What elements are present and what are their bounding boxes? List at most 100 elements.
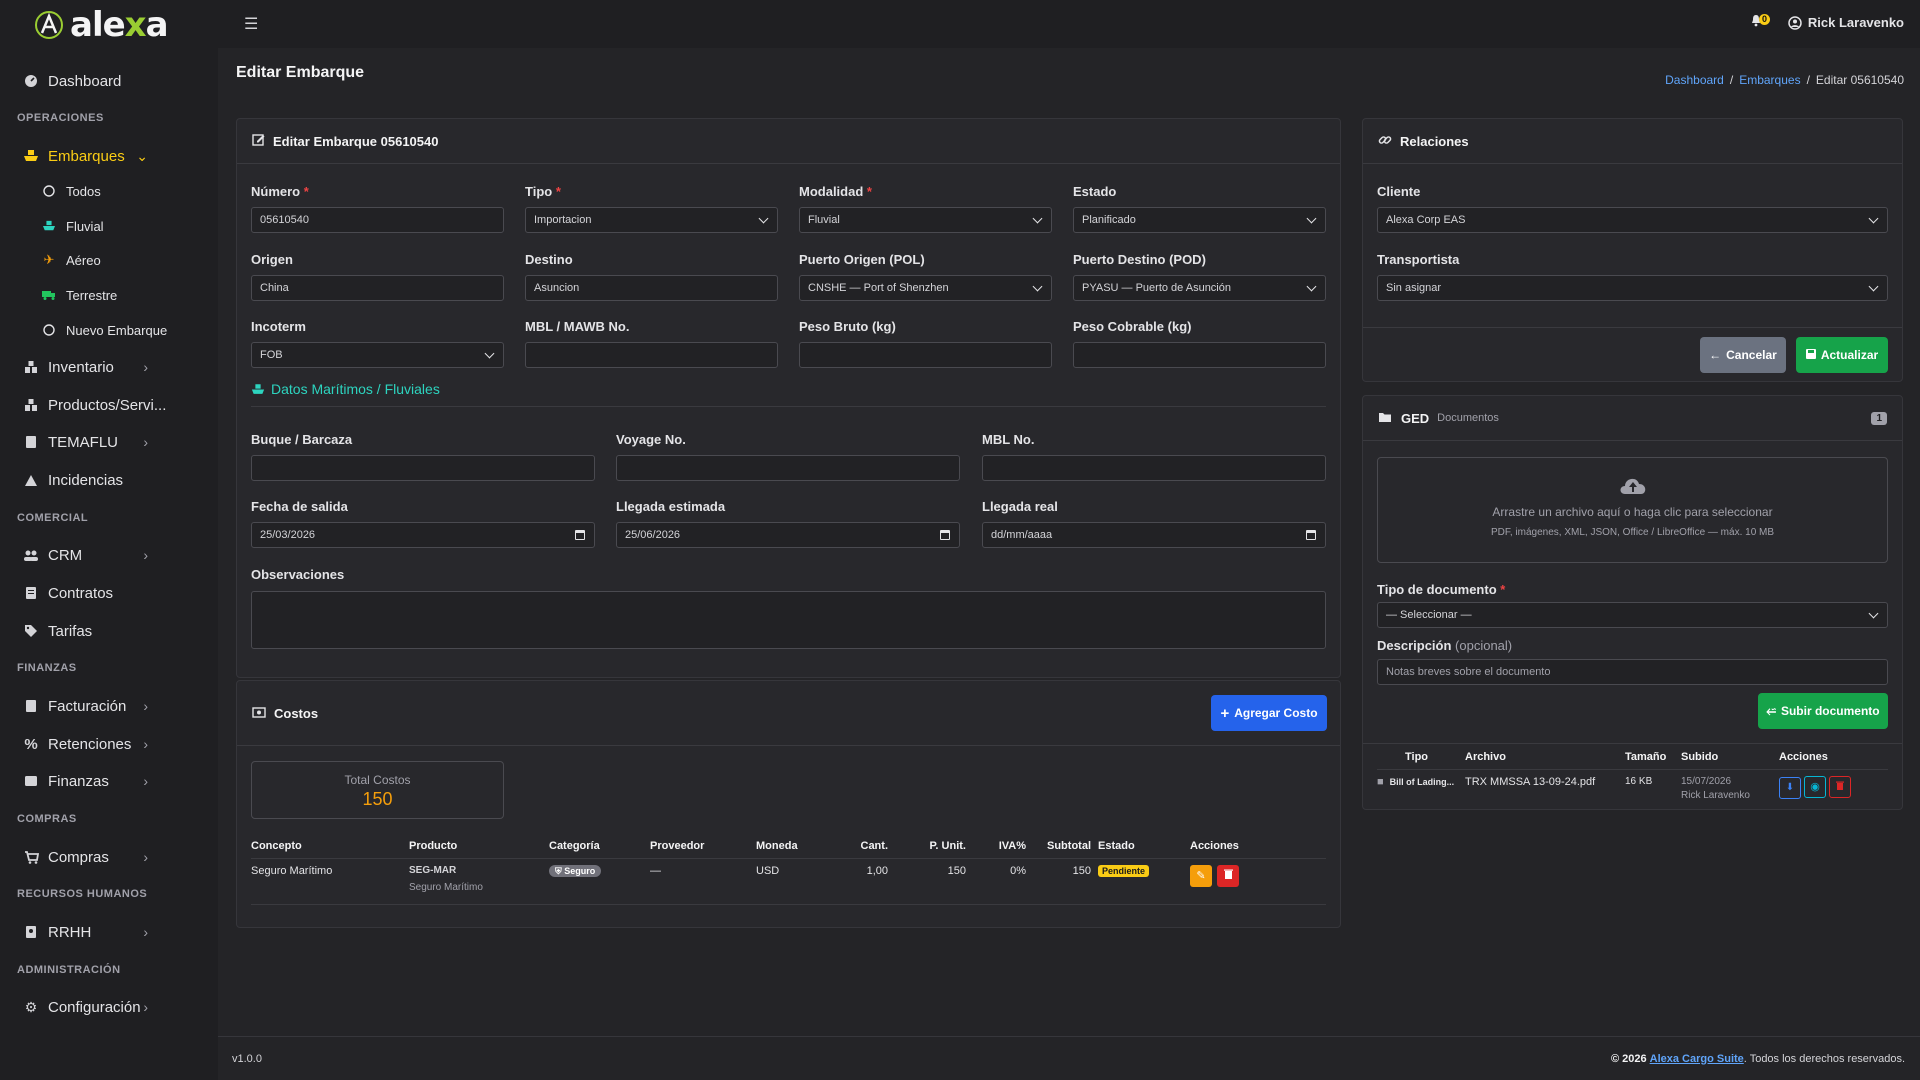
button-label: Subir documento bbox=[1780, 704, 1880, 718]
origen-input[interactable]: China bbox=[251, 275, 504, 301]
observaciones-textarea[interactable] bbox=[251, 591, 1326, 649]
copyright: © 2026 Alexa Cargo Suite. Todos los dere… bbox=[1611, 1053, 1905, 1065]
upload-icon: ⭁ bbox=[1766, 703, 1776, 718]
column-header: Subtotal bbox=[1047, 839, 1091, 852]
pol-select[interactable]: CNSHE — Port of Shenzhen bbox=[799, 275, 1052, 301]
chevron-right-icon: › bbox=[143, 849, 148, 865]
sidebar-item-label: Tarifas bbox=[48, 622, 93, 640]
trash-icon bbox=[1836, 781, 1845, 793]
sidebar-item-configuracion[interactable]: ⚙ Configuración › bbox=[0, 992, 218, 1022]
edit-cost-button[interactable]: ✎ bbox=[1190, 864, 1212, 887]
modalidad-select[interactable]: Fluvial bbox=[799, 207, 1052, 233]
add-cost-button[interactable]: + Agregar Costo bbox=[1211, 695, 1327, 731]
footer-link[interactable]: Alexa Cargo Suite bbox=[1650, 1053, 1744, 1065]
nav-section-finanzas: FINANZAS bbox=[17, 662, 77, 674]
user-name: Rick Laravenko bbox=[1807, 15, 1904, 30]
sidebar-item-crm[interactable]: CRM › bbox=[0, 540, 218, 570]
view-document-button[interactable]: ◉ bbox=[1804, 775, 1827, 798]
file-icon: ■ bbox=[1377, 775, 1384, 788]
upload-document-button[interactable]: ⭁ Subir documento bbox=[1758, 693, 1888, 729]
copyright-year: © 2026 bbox=[1610, 1052, 1647, 1065]
cancel-button[interactable]: ← Cancelar bbox=[1700, 337, 1786, 373]
cliente-label: Cliente bbox=[1377, 184, 1421, 199]
peso-bruto-input[interactable] bbox=[799, 342, 1052, 368]
descripcion-input[interactable]: Notas breves sobre el documento bbox=[1377, 659, 1888, 685]
buque-input[interactable] bbox=[251, 455, 595, 481]
pod-select[interactable]: PYASU — Puerto de Asunción bbox=[1073, 275, 1326, 301]
card-subtitle: Documentos bbox=[1437, 412, 1499, 424]
sidebar-item-retenciones[interactable]: % Retenciones › bbox=[0, 729, 218, 759]
nav-section-rrhh: RECURSOS HUMANOS bbox=[17, 888, 148, 900]
cloud-upload-icon bbox=[1378, 472, 1887, 499]
ged-card: GED Documentos 1 Arrastre un archivo aqu… bbox=[1362, 395, 1903, 810]
voyage-input[interactable] bbox=[616, 455, 960, 481]
sidebar-item-contratos[interactable]: Contratos bbox=[0, 578, 218, 608]
sidebar-item-temaflu[interactable]: TEMAFLU › bbox=[0, 427, 218, 457]
mbl-label: MBL No. bbox=[982, 432, 1035, 447]
fecha-salida-input[interactable]: 25/03/2026 bbox=[251, 522, 595, 548]
tipo-documento-select[interactable]: — Seleccionar — bbox=[1377, 602, 1888, 628]
transportista-label: Transportista bbox=[1377, 252, 1460, 267]
sidebar-subitem-label: Nuevo Embarque bbox=[66, 322, 168, 338]
sidebar-item-incidencias[interactable]: Incidencias bbox=[0, 465, 218, 495]
category-text: Seguro bbox=[564, 865, 596, 876]
update-button[interactable]: Actualizar bbox=[1796, 337, 1888, 373]
breadcrumb-dashboard[interactable]: Dashboard bbox=[1665, 73, 1724, 87]
menu-toggle-icon[interactable]: ☰ bbox=[244, 14, 258, 34]
calendar-icon[interactable] bbox=[575, 530, 585, 540]
llegada-real-input[interactable]: dd/mm/aaaa bbox=[982, 522, 1326, 548]
sidebar-item-embarques[interactable]: Embarques ⌄ bbox=[0, 141, 218, 171]
llegada-estimada-input[interactable]: 25/06/2026 bbox=[616, 522, 960, 548]
sidebar-item-dashboard[interactable]: Dashboard bbox=[0, 66, 218, 96]
tipo-select[interactable]: Importacion bbox=[525, 207, 778, 233]
nav-section-compras: COMPRAS bbox=[17, 813, 77, 825]
sidebar-subitem-terrestre[interactable]: Terrestre bbox=[0, 282, 218, 308]
ship-icon bbox=[251, 383, 265, 394]
incoterm-select[interactable]: FOB bbox=[251, 342, 504, 368]
plus-icon: + bbox=[1220, 704, 1230, 722]
user-menu[interactable]: Rick Laravenko bbox=[1788, 15, 1904, 30]
calendar-icon[interactable] bbox=[940, 530, 950, 540]
delete-cost-button[interactable] bbox=[1217, 864, 1240, 887]
sidebar-item-label: CRM bbox=[48, 546, 83, 564]
estado-select[interactable]: Planificado bbox=[1073, 207, 1326, 233]
sidebar-subitem-todos[interactable]: Todos bbox=[0, 178, 218, 204]
sidebar-item-productos[interactable]: Productos/Servi... bbox=[0, 390, 218, 420]
sidebar-item-inventario[interactable]: Inventario › bbox=[0, 352, 218, 382]
button-label: Cancelar bbox=[1726, 348, 1777, 362]
mbl-mawb-input[interactable] bbox=[525, 342, 778, 368]
sidebar-item-finanzas[interactable]: Finanzas › bbox=[0, 766, 218, 796]
column-header: Concepto bbox=[251, 839, 302, 852]
mbl-input[interactable] bbox=[982, 455, 1326, 481]
peso-cobrable-input[interactable] bbox=[1073, 342, 1326, 368]
sidebar-subitem-fluvial[interactable]: Fluvial bbox=[0, 213, 218, 239]
sidebar-subitem-aereo[interactable]: ✈ Aéreo bbox=[0, 247, 218, 273]
sidebar-item-tarifas[interactable]: Tarifas bbox=[0, 616, 218, 646]
nav-section-comercial: COMERCIAL bbox=[17, 512, 89, 524]
copyright-text: . Todos los derechos reservados. bbox=[1743, 1052, 1905, 1065]
sidebar-item-facturacion[interactable]: Facturación › bbox=[0, 691, 218, 721]
file-dropzone[interactable]: Arrastre un archivo aquí o haga clic par… bbox=[1377, 457, 1888, 563]
sidebar-item-rrhh[interactable]: RRHH › bbox=[0, 917, 218, 947]
costs-table: Concepto Producto Categoría Proveedor Mo… bbox=[251, 834, 1326, 905]
transportista-select[interactable]: Sin asignar bbox=[1377, 275, 1888, 301]
sidebar-item-label: Embarques bbox=[48, 147, 125, 165]
destino-input[interactable]: Asuncion bbox=[525, 275, 778, 301]
upload-date: 15/07/2026 bbox=[1681, 775, 1732, 787]
cell-cantidad: 1,00 bbox=[866, 864, 888, 877]
dropzone-text: Arrastre un archivo aquí o haga clic par… bbox=[1492, 505, 1773, 519]
brand-logo[interactable]: alexa bbox=[0, 0, 218, 50]
calendar-icon[interactable] bbox=[1306, 530, 1316, 540]
breadcrumb-embarques[interactable]: Embarques bbox=[1739, 73, 1800, 87]
cliente-select[interactable]: Alexa Corp EAS bbox=[1377, 207, 1888, 233]
download-document-button[interactable]: ⬇ bbox=[1779, 776, 1801, 799]
numero-input[interactable]: 05610540 bbox=[251, 207, 504, 233]
file-icon bbox=[23, 434, 39, 450]
shield-icon: ⛨ bbox=[555, 865, 562, 876]
sidebar-item-compras[interactable]: Compras › bbox=[0, 842, 218, 872]
product-name: Seguro Marítimo bbox=[409, 881, 483, 893]
chevron-right-icon: › bbox=[143, 924, 148, 940]
delete-document-button[interactable] bbox=[1829, 776, 1852, 798]
sidebar-item-label: RRHH bbox=[48, 923, 92, 941]
sidebar-subitem-nuevo-embarque[interactable]: Nuevo Embarque bbox=[0, 317, 218, 343]
